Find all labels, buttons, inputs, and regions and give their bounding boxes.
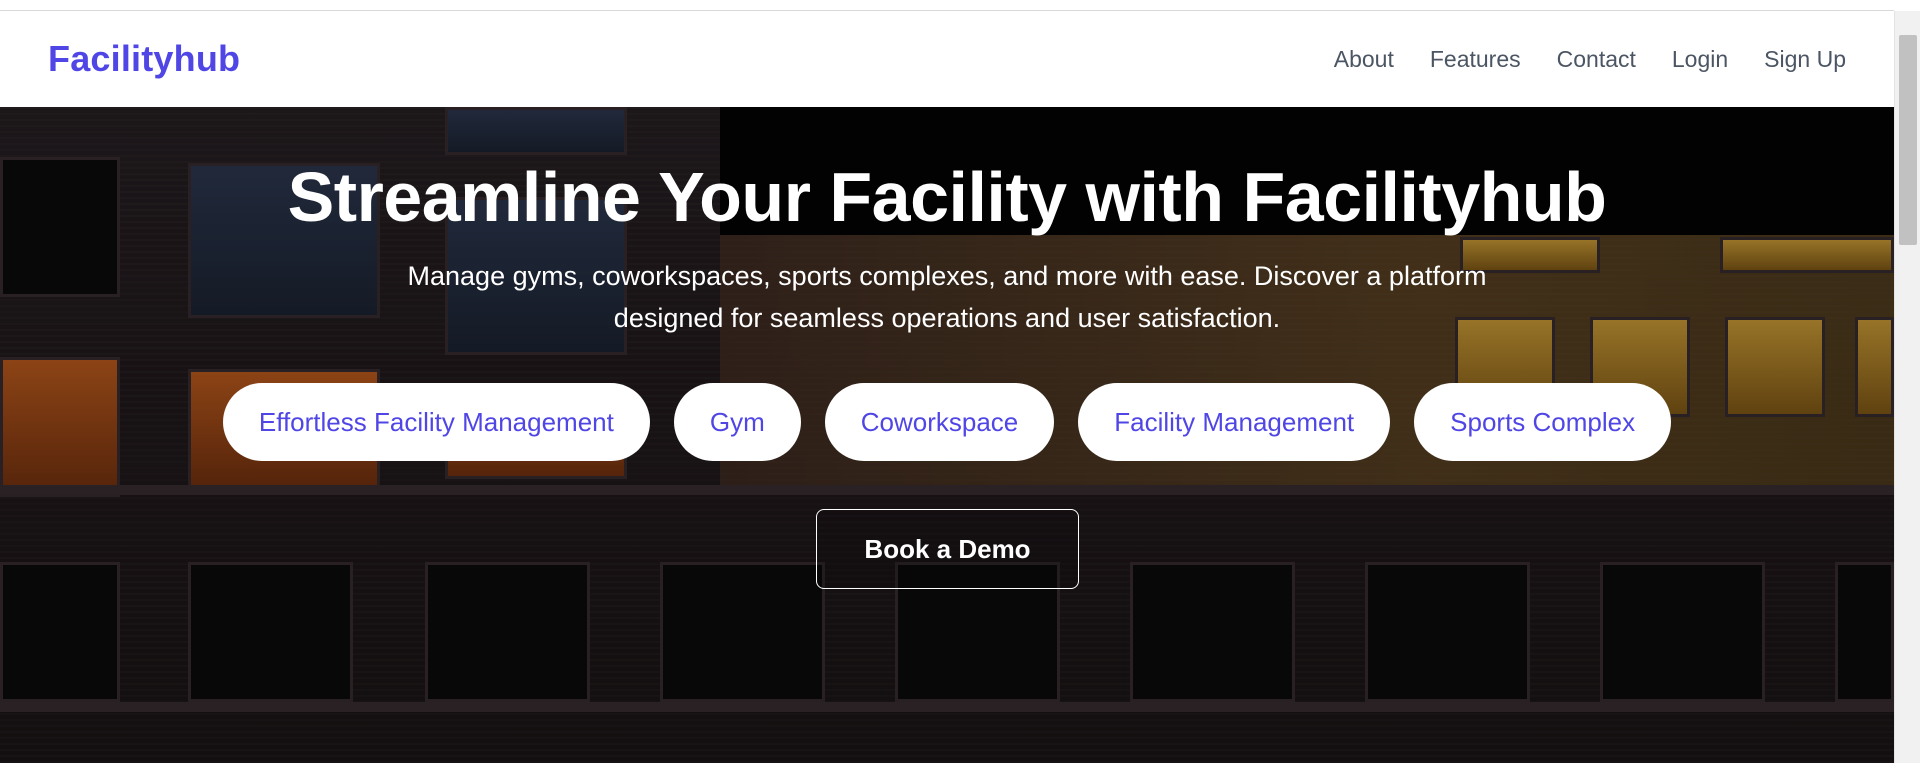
scrollbar-thumb[interactable] [1899,35,1917,245]
book-demo-button[interactable]: Book a Demo [816,509,1079,589]
navbar: Facilityhub About Features Contact Login… [0,11,1894,107]
nav-link-about[interactable]: About [1334,46,1394,73]
tag-pill-coworkspace[interactable]: Coworkspace [824,383,1055,461]
tag-pills: Effortless Facility Management Gym Cowor… [0,383,1894,461]
tag-pill-gym[interactable]: Gym [673,383,801,461]
hero-subtitle: Manage gyms, coworkspaces, sports comple… [407,261,1487,333]
nav-link-contact[interactable]: Contact [1557,46,1636,73]
brand-logo[interactable]: Facilityhub [48,38,240,80]
nav-link-login[interactable]: Login [1672,46,1728,73]
tag-pill-facility-management[interactable]: Facility Management [1078,383,1391,461]
nav-link-features[interactable]: Features [1430,46,1521,73]
hero-title: Streamline Your Facility with Facilityhu… [287,158,1607,236]
tag-pill-sports-complex[interactable]: Sports Complex [1414,383,1672,461]
hero-content: Streamline Your Facility with Facilityhu… [0,107,1894,763]
hero-section: Streamline Your Facility with Facilityhu… [0,107,1894,763]
page-scrollbar[interactable] [1894,11,1920,763]
nav-link-signup[interactable]: Sign Up [1764,46,1846,73]
browser-top-edge [0,0,1894,11]
tag-pill-effortless-facility-management[interactable]: Effortless Facility Management [222,383,650,461]
nav-links: About Features Contact Login Sign Up [1334,46,1846,73]
